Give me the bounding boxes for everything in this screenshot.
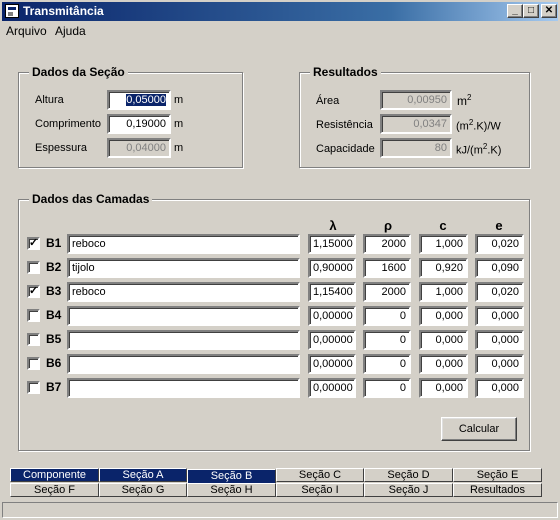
capacidade-label: Capacidade — [316, 143, 375, 155]
resistencia-unit: (m2.K)/W — [456, 118, 501, 133]
layer-rho-input[interactable]: 0 — [363, 306, 411, 326]
layer-lambda-input[interactable]: 0,00000 — [308, 306, 356, 326]
tab-row2[interactable]: Seção H — [187, 483, 276, 497]
layer-rho-input[interactable]: 0 — [363, 354, 411, 374]
area-label: Área — [316, 95, 340, 107]
layers-title: Dados das Camadas — [29, 192, 153, 206]
menu-bar: Arquivo Ajuda — [0, 22, 560, 40]
layer-checkbox[interactable] — [27, 309, 40, 322]
espessura-label: Espessura — [35, 142, 87, 154]
layer-checkbox[interactable] — [27, 357, 40, 370]
menu-arquivo[interactable]: Arquivo — [6, 24, 47, 38]
minimize-button[interactable]: _ — [507, 4, 523, 18]
layer-rho-input[interactable]: 2000 — [363, 234, 411, 254]
layer-rho-input[interactable]: 1600 — [363, 258, 411, 278]
layer-e-input[interactable]: 0,090 — [475, 258, 524, 278]
altura-unit: m — [174, 94, 184, 106]
layer-c-input[interactable]: 0,920 — [419, 258, 468, 278]
layer-lambda-input[interactable]: 1,15000 — [308, 234, 356, 254]
tab-row1[interactable]: Componente — [10, 468, 99, 482]
layer-id-label: B5 — [46, 332, 62, 346]
layer-c-input[interactable]: 0,000 — [419, 354, 468, 374]
layer-c-input[interactable]: 0,000 — [419, 330, 468, 350]
layer-name-input[interactable]: reboco — [67, 282, 300, 302]
layer-c-input[interactable]: 1,000 — [419, 234, 468, 254]
layer-lambda-input[interactable]: 0,00000 — [308, 378, 356, 398]
area-output: 0,00950 — [380, 90, 452, 110]
layer-name-input[interactable] — [67, 354, 300, 374]
layer-c-input[interactable]: 0,000 — [419, 306, 468, 326]
close-button[interactable]: ✕ — [541, 4, 557, 18]
layer-c-input[interactable]: 0,000 — [419, 378, 468, 398]
layer-id-label: B4 — [46, 308, 62, 322]
menu-ajuda[interactable]: Ajuda — [55, 24, 86, 38]
espessura-unit: m — [174, 142, 184, 154]
window-title: Transmitância — [23, 4, 104, 18]
section-data-title: Dados da Seção — [29, 65, 128, 79]
status-bar — [2, 502, 558, 518]
espessura-input: 0,04000 — [107, 138, 171, 158]
layer-e-input[interactable]: 0,000 — [475, 378, 524, 398]
altura-label: Altura — [35, 94, 64, 106]
tab-row1[interactable]: Seção C — [276, 468, 364, 482]
tab-row2[interactable]: Seção J — [364, 483, 453, 497]
capacidade-unit: kJ/(m2.K) — [456, 142, 502, 157]
comprimento-unit: m — [174, 118, 184, 130]
layer-name-input[interactable]: reboco — [67, 234, 300, 254]
calcular-button[interactable]: Calcular — [441, 417, 517, 441]
layer-rho-input[interactable]: 0 — [363, 330, 411, 350]
layer-checkbox[interactable]: ✓ — [27, 285, 40, 298]
layer-id-label: B6 — [46, 356, 62, 370]
comprimento-label: Comprimento — [35, 118, 102, 130]
column-lambda-header: λ — [329, 218, 337, 233]
layer-id-label: B1 — [46, 236, 62, 250]
maximize-button[interactable]: □ — [523, 4, 539, 18]
layer-checkbox[interactable]: ✓ — [27, 237, 40, 250]
layer-name-input[interactable] — [67, 330, 300, 350]
column-e-header: e — [495, 218, 503, 233]
resistencia-output: 0,0347 — [380, 114, 452, 134]
resistencia-label: Resistência — [316, 119, 373, 131]
layer-rho-input[interactable]: 0 — [363, 378, 411, 398]
layer-rho-input[interactable]: 2000 — [363, 282, 411, 302]
app-icon — [5, 4, 19, 18]
layer-name-input[interactable]: tijolo — [67, 258, 300, 278]
layer-checkbox[interactable] — [27, 381, 40, 394]
layer-e-input[interactable]: 0,000 — [475, 306, 524, 326]
tab-row1[interactable]: Seção E — [453, 468, 542, 482]
tab-row1[interactable]: Seção A — [99, 468, 187, 482]
layer-c-input[interactable]: 1,000 — [419, 282, 468, 302]
layer-e-input[interactable]: 0,020 — [475, 234, 524, 254]
tab-row1[interactable]: Seção D — [364, 468, 453, 482]
layer-checkbox[interactable] — [27, 261, 40, 274]
layer-lambda-input[interactable]: 1,15400 — [308, 282, 356, 302]
layer-id-label: B2 — [46, 260, 62, 274]
layer-e-input[interactable]: 0,020 — [475, 282, 524, 302]
tab-row2[interactable]: Resultados — [453, 483, 542, 497]
layer-lambda-input[interactable]: 0,00000 — [308, 354, 356, 374]
altura-input[interactable]: 0,05000 — [107, 90, 171, 110]
main-window: Transmitância _ □ ✕ Arquivo Ajuda Dados … — [0, 0, 560, 520]
results-title: Resultados — [310, 65, 381, 79]
layer-lambda-input[interactable]: 0,00000 — [308, 330, 356, 350]
layer-checkbox[interactable] — [27, 333, 40, 346]
title-bar: Transmitância _ □ ✕ — [2, 2, 558, 21]
tab-row2[interactable]: Seção I — [276, 483, 364, 497]
column-rho-header: ρ — [383, 218, 393, 233]
layer-id-label: B7 — [46, 380, 62, 394]
layer-e-input[interactable]: 0,000 — [475, 330, 524, 350]
layer-name-input[interactable] — [67, 378, 300, 398]
layer-lambda-input[interactable]: 0,90000 — [308, 258, 356, 278]
layer-e-input[interactable]: 0,000 — [475, 354, 524, 374]
tab-row2[interactable]: Seção F — [10, 483, 99, 497]
layer-id-label: B3 — [46, 284, 62, 298]
capacidade-output: 80 — [380, 138, 452, 158]
comprimento-input[interactable]: 0,19000 — [107, 114, 171, 134]
layer-name-input[interactable] — [67, 306, 300, 326]
area-unit: m2 — [457, 93, 472, 108]
column-c-header: c — [439, 218, 447, 233]
tab-row2[interactable]: Seção G — [99, 483, 187, 497]
